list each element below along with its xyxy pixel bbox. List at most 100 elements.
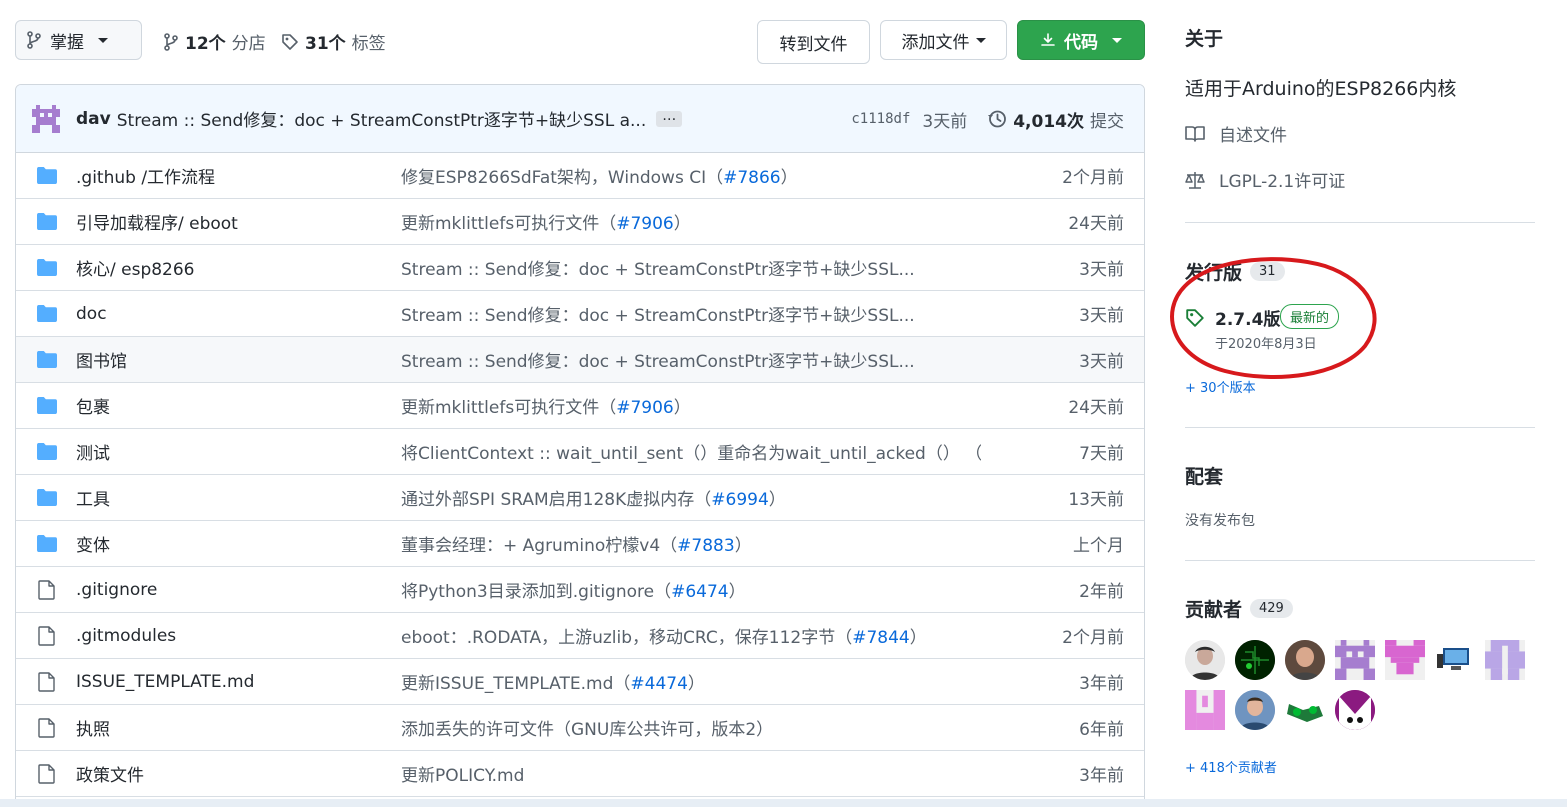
file-row[interactable]: .gitignore 将Python3目录添加到.gitignore（#6474）… [16, 567, 1144, 613]
file-name[interactable]: 包裹 [76, 393, 110, 418]
pr-link[interactable]: #7883 [677, 536, 735, 556]
readme-link[interactable]: 自述文件 [1185, 121, 1287, 146]
folder-icon [36, 304, 58, 324]
commit-message[interactable]: 更新mklittlefs可执行文件（#7906） [401, 393, 691, 418]
pr-link[interactable]: #7866 [723, 168, 781, 188]
tag-icon [282, 33, 298, 50]
license-link[interactable]: LGPL-2.1许可证 [1185, 167, 1345, 192]
file-row[interactable]: 政策文件 更新POLICY.md 3年前 [16, 751, 1144, 797]
file-name[interactable]: 变体 [76, 531, 110, 556]
file-name[interactable]: .gitmodules [76, 626, 176, 646]
commit-author[interactable]: dav [76, 109, 111, 129]
tags-link[interactable]: 31个 标签 [281, 29, 386, 54]
commit-message[interactable]: 通过外部SPI SRAM启用128K虚拟内存（#6994） [401, 485, 786, 510]
file-age: 3年前 [1079, 766, 1124, 786]
pr-link[interactable]: #7906 [616, 398, 674, 418]
file-row[interactable]: .github /工作流程 修复ESP8266SdFat架构，Windows CI… [16, 153, 1144, 199]
commit-message[interactable]: 修复ESP8266SdFat架构，Windows CI（#7866） [401, 163, 798, 188]
file-row[interactable]: 包裹 更新mklittlefs可执行文件（#7906） 24天前 [16, 383, 1144, 429]
file-name[interactable]: ISSUE_TEMPLATE.md [76, 672, 254, 692]
commit-sha[interactable]: c1118df [851, 111, 910, 127]
commit-message[interactable]: Stream :: Send修复：doc + StreamConstPtr逐字节… [401, 301, 915, 326]
file-row[interactable]: doc Stream :: Send修复：doc + StreamConstPtr… [16, 291, 1144, 337]
commit-message[interactable]: 将Python3目录添加到.gitignore（#6474） [401, 577, 746, 602]
file-name[interactable]: 核心/ esp8266 [76, 255, 195, 280]
file-browser: dav Stream :: Send修复：doc + StreamConstPt… [15, 84, 1145, 807]
contributors-heading[interactable]: 贡献者 429 [1185, 595, 1293, 622]
avatar[interactable] [1185, 690, 1225, 730]
file-name[interactable]: 引导加载程序/ eboot [76, 209, 238, 234]
avatar[interactable] [1235, 690, 1275, 730]
releases-heading[interactable]: 发行版 31 [1185, 258, 1285, 285]
code-button[interactable]: 代码 [1017, 20, 1145, 60]
avatar[interactable] [1185, 640, 1225, 680]
commit-message[interactable]: Stream :: Send修复：doc + StreamConstPtr逐字节… [117, 106, 647, 131]
avatar[interactable] [1485, 640, 1525, 680]
avatar[interactable] [32, 104, 60, 133]
add-file-button[interactable]: 添加文件 [880, 20, 1007, 60]
commit-message[interactable]: 董事会经理：+ Agrumino柠檬v4（#7883） [401, 531, 752, 556]
file-row[interactable]: 核心/ esp8266 Stream :: Send修复：doc + Stream… [16, 245, 1144, 291]
expand-message-button[interactable]: … [656, 109, 683, 127]
file-row[interactable]: .gitmodules eboot：.RODATA，上游uzlib，移动CRC，保… [16, 613, 1144, 659]
file-name[interactable]: .github /工作流程 [76, 163, 215, 188]
branch-select-button[interactable]: 掌握 [15, 20, 142, 60]
commit-message[interactable]: 更新ISSUE_TEMPLATE.md（#4474） [401, 669, 705, 694]
file-row[interactable]: 执照 添加丢失的许可文件（GNU库公共许可，版本2） 6年前 [16, 705, 1144, 751]
chevron-down-icon [975, 37, 986, 43]
file-age: 7天前 [1079, 444, 1124, 464]
branches-link[interactable]: 12个 分店 [163, 29, 266, 54]
avatar[interactable] [1335, 640, 1375, 680]
commit-age: 3天前 [922, 111, 968, 132]
file-name[interactable]: doc [76, 304, 107, 324]
commit-message[interactable]: 添加丢失的许可文件（GNU库公共许可，版本2） [401, 715, 773, 740]
avatar[interactable] [1285, 690, 1325, 730]
file-name[interactable]: .gitignore [76, 580, 157, 600]
release-name[interactable]: 2.7.4版 [1215, 305, 1280, 330]
file-icon [36, 672, 58, 692]
pr-link[interactable]: #6994 [711, 490, 769, 510]
file-name[interactable]: 工具 [76, 485, 110, 510]
packages-heading[interactable]: 配套 [1185, 462, 1223, 489]
commit-history-link[interactable]: 4,014次 提交 [987, 107, 1124, 132]
pr-link[interactable]: #7844 [852, 628, 910, 648]
avatar[interactable] [1335, 690, 1375, 730]
file-name[interactable]: 图书馆 [76, 347, 127, 372]
avatar[interactable] [1385, 640, 1425, 680]
commit-message[interactable]: eboot：.RODATA，上游uzlib，移动CRC，保存112字节（#784… [401, 623, 927, 648]
file-row[interactable]: ISSUE_TEMPLATE.md 更新ISSUE_TEMPLATE.md（#44… [16, 659, 1144, 705]
file-age: 24天前 [1068, 398, 1124, 418]
commit-message[interactable]: 将ClientContext :: wait_until_sent（）重命名为w… [401, 439, 981, 464]
file-row[interactable]: 引导加载程序/ eboot 更新mklittlefs可执行文件（#7906） 24天… [16, 199, 1144, 245]
file-age: 2个月前 [1062, 168, 1124, 188]
pr-link[interactable]: #7906 [616, 214, 674, 234]
license-label: LGPL-2.1许可证 [1219, 172, 1346, 192]
commit-message[interactable]: Stream :: Send修复：doc + StreamConstPtr逐字节… [401, 255, 915, 280]
avatar[interactable] [1235, 640, 1275, 680]
go-to-file-button[interactable]: 转到文件 [757, 20, 870, 64]
more-releases-link[interactable]: + 30个版本 [1185, 377, 1256, 396]
pr-link[interactable]: #4474 [630, 674, 688, 694]
law-icon [1185, 171, 1205, 189]
contributors-title: 贡献者 [1185, 599, 1243, 621]
commit-message[interactable]: 更新POLICY.md [401, 761, 524, 786]
commit-message-text: 更新POLICY.md [401, 766, 525, 786]
about-heading: 关于 [1185, 24, 1223, 51]
file-row[interactable]: 图书馆 Stream :: Send修复：doc + StreamConstPtr… [16, 337, 1144, 383]
file-name[interactable]: 政策文件 [76, 761, 144, 786]
download-icon [1041, 33, 1055, 46]
more-contributors-link[interactable]: + 418个贡献者 [1185, 757, 1277, 776]
commit-message[interactable]: 更新mklittlefs可执行文件（#7906） [401, 209, 691, 234]
avatar[interactable] [1435, 640, 1475, 680]
file-name[interactable]: 执照 [76, 715, 110, 740]
pr-link[interactable]: #6474 [671, 582, 729, 602]
commit-message[interactable]: Stream :: Send修复：doc + StreamConstPtr逐字节… [401, 347, 915, 372]
avatar[interactable] [1285, 640, 1325, 680]
file-row[interactable]: 测试 将ClientContext :: wait_until_sent（）重命名… [16, 429, 1144, 475]
file-row[interactable]: 工具 通过外部SPI SRAM启用128K虚拟内存（#6994） 13天前 [16, 475, 1144, 521]
commit-message-text: 董事会经理：+ Agrumino柠檬v4（ [401, 536, 678, 556]
file-age: 6年前 [1079, 720, 1124, 740]
tags-count: 31个 [305, 34, 346, 54]
file-row[interactable]: 变体 董事会经理：+ Agrumino柠檬v4（#7883） 上个月 [16, 521, 1144, 567]
file-name[interactable]: 测试 [76, 439, 110, 464]
